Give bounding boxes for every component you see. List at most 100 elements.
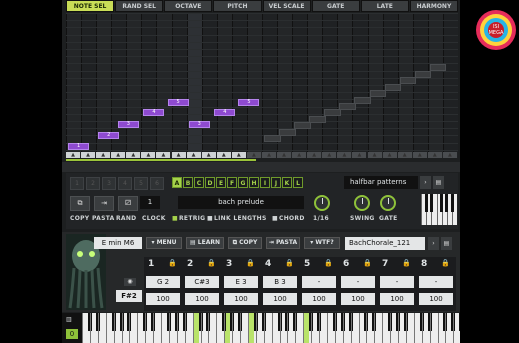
step-enable-toggle[interactable]: ▲ — [397, 152, 412, 158]
octave-value[interactable]: 0 — [66, 329, 78, 339]
slot-note-field[interactable]: - — [380, 276, 414, 288]
lock-icon[interactable]: 🔒 — [402, 259, 411, 267]
note-block[interactable]: 5 — [238, 99, 260, 107]
note-block[interactable]: 4 — [214, 108, 236, 116]
chord-save-icon[interactable]: ▤ — [441, 237, 452, 250]
slot-velocity-field[interactable]: 100 — [224, 293, 258, 305]
step-enable-toggle[interactable]: ▲ — [231, 152, 246, 158]
paste-icon[interactable]: ⇥ — [94, 196, 114, 211]
gate-knob[interactable] — [380, 195, 396, 211]
tab-harmony[interactable]: HARMONY — [409, 0, 458, 12]
pattern-letter-l[interactable]: L — [293, 177, 303, 188]
step-enable-toggle[interactable]: ▲ — [171, 152, 186, 158]
pattern-letter-g[interactable]: G — [238, 177, 248, 188]
lock-icon[interactable]: 🔒 — [246, 259, 255, 267]
chevron-right-icon[interactable]: › — [420, 176, 431, 189]
step-enable-toggle[interactable]: ▲ — [96, 152, 111, 158]
root-key-display[interactable]: F#2 — [116, 290, 142, 302]
chord-next-icon[interactable]: › — [428, 237, 439, 250]
step-enable-toggle[interactable]: ▲ — [292, 152, 307, 158]
note-block[interactable]: 3 — [188, 121, 210, 128]
step-enable-toggle[interactable]: ▲ — [352, 152, 367, 158]
step-enable-toggle[interactable]: ▲ — [141, 152, 156, 158]
wtf-button[interactable]: ▾ WTF? — [304, 237, 340, 249]
pattern-slot-box[interactable]: 1 — [70, 177, 84, 190]
note-block[interactable]: 5 — [167, 99, 189, 107]
pattern-letter-d[interactable]: D — [205, 177, 215, 188]
slot-velocity-field[interactable]: 100 — [185, 293, 219, 305]
pattern-letter-i[interactable]: I — [260, 177, 270, 188]
pattern-letter-c[interactable]: C — [194, 177, 204, 188]
mini-black-key[interactable] — [440, 194, 444, 212]
step-enable-toggle[interactable]: ▲ — [442, 152, 457, 158]
swing-knob[interactable] — [354, 195, 370, 211]
step-enable-toggle[interactable]: ▲ — [186, 152, 201, 158]
pattern-letter-f[interactable]: F — [227, 177, 237, 188]
pattern-preset-dropdown[interactable]: halfbar patterns — [344, 176, 418, 189]
pattern-letter-h[interactable]: H — [249, 177, 259, 188]
tab-rand-sel[interactable]: RAND SEL — [115, 0, 164, 12]
step-enable-toggle[interactable]: ▲ — [262, 152, 276, 158]
pattern-name-field[interactable]: bach prelude — [178, 196, 304, 209]
link-lengths-label[interactable]: LINK LENGTHS — [214, 215, 267, 222]
note-block[interactable]: 1 — [68, 142, 90, 150]
pattern-slot-box[interactable]: 3 — [102, 177, 116, 190]
learn-button[interactable]: ▤ LEARN — [186, 237, 224, 249]
step-grid[interactable]: 12345345 — [66, 13, 459, 158]
lock-icon[interactable]: 🔒 — [207, 259, 216, 267]
slot-velocity-field[interactable]: 100 — [419, 293, 453, 305]
black-key[interactable] — [459, 313, 460, 331]
random-icon[interactable]: ⚂ — [118, 196, 138, 211]
chord-paste-button[interactable]: ⇥ PASTA — [266, 237, 300, 249]
step-enable-toggle[interactable]: ▲ — [307, 152, 322, 158]
step-enable-toggle[interactable]: ▲ — [412, 152, 427, 158]
retrig-label[interactable]: RETRIG — [179, 215, 205, 222]
step-enable-toggle[interactable]: ▲ — [66, 152, 80, 158]
lock-icon[interactable]: 🔒 — [285, 259, 294, 267]
chord-toggle-icon[interactable]: ■ — [272, 215, 278, 222]
pattern-slot-box[interactable]: 5 — [134, 177, 148, 190]
lock-icon[interactable]: 🔒 — [441, 259, 450, 267]
slot-note-field[interactable]: G 2 — [146, 276, 180, 288]
tab-note-sel[interactable]: NOTE SEL — [66, 0, 115, 12]
step-enable-toggle[interactable]: ▲ — [216, 152, 231, 158]
mini-black-key[interactable] — [424, 194, 428, 212]
retrig-toggle-icon[interactable]: ■ — [172, 215, 178, 222]
step-enable-toggle[interactable]: ▲ — [277, 152, 292, 158]
lock-icon[interactable]: 🔒 — [324, 259, 333, 267]
slot-note-field[interactable]: - — [419, 276, 453, 288]
step-enable-toggle[interactable]: ▲ — [156, 152, 171, 158]
step-enable-toggle[interactable]: ▲ — [246, 152, 261, 158]
step-enable-toggle[interactable]: ▲ — [367, 152, 382, 158]
lock-icon[interactable]: 🔒 — [363, 259, 372, 267]
pattern-letter-k[interactable]: K — [282, 177, 292, 188]
save-icon[interactable]: ▤ — [433, 176, 444, 189]
chord-copy-button[interactable]: ⧉ COPY — [228, 237, 262, 249]
tab-vel-scale[interactable]: VEL SCALE — [262, 0, 311, 12]
chord-name-display[interactable]: E min M6 — [94, 237, 142, 249]
tab-pitch[interactable]: PITCH — [213, 0, 262, 12]
mini-black-key[interactable] — [429, 194, 433, 212]
step-enable-toggle[interactable]: ▲ — [382, 152, 397, 158]
step-enable-toggle[interactable]: ▲ — [201, 152, 216, 158]
pattern-slot-box[interactable]: 4 — [118, 177, 132, 190]
step-enable-toggle[interactable]: ▲ — [427, 152, 442, 158]
slot-note-field[interactable]: E 3 — [224, 276, 258, 288]
slot-velocity-field[interactable]: 100 — [380, 293, 414, 305]
note-block[interactable]: 2 — [98, 131, 120, 139]
step-enable-toggle[interactable]: ▲ — [337, 152, 352, 158]
chord-label[interactable]: CHORD — [279, 215, 305, 222]
slot-note-field[interactable]: B 3 — [263, 276, 297, 288]
slot-velocity-field[interactable]: 100 — [263, 293, 297, 305]
slot-velocity-field[interactable]: 100 — [341, 293, 375, 305]
pattern-letter-b[interactable]: B — [183, 177, 193, 188]
slot-velocity-field[interactable]: 100 — [146, 293, 180, 305]
slot-note-field[interactable]: C#3 — [185, 276, 219, 288]
piano-keyboard[interactable] — [82, 313, 460, 343]
pattern-slot-box[interactable]: 2 — [86, 177, 100, 190]
tab-late[interactable]: LATE — [360, 0, 409, 12]
lock-icon[interactable]: 🔒 — [168, 259, 177, 267]
pattern-letter-a[interactable]: A — [172, 177, 182, 188]
step-enable-toggle[interactable]: ▲ — [126, 152, 141, 158]
menu-button[interactable]: ▾ MENU — [146, 237, 182, 249]
